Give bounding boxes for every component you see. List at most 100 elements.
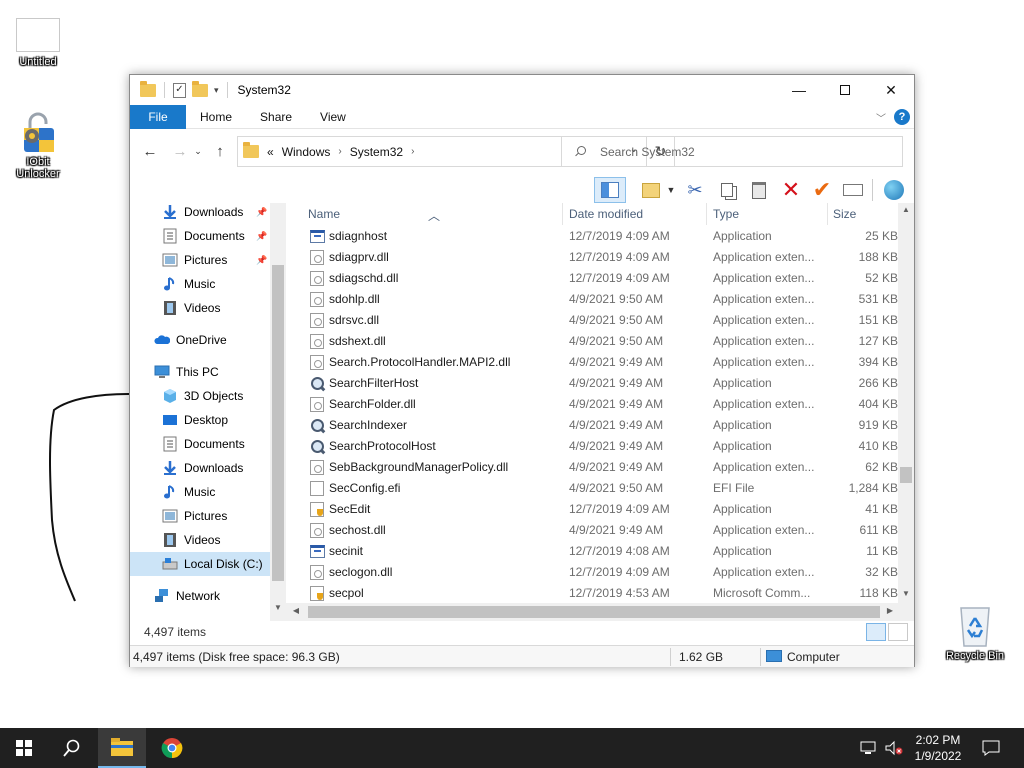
nav-item-downloads-pinned[interactable]: Downloads 📌: [130, 200, 270, 224]
new-folder-icon[interactable]: [192, 80, 208, 97]
breadcrumb-overflow[interactable]: «: [259, 145, 274, 159]
globe-icon[interactable]: [880, 177, 908, 203]
table-row[interactable]: Search.ProtocolHandler.MAPI2.dll 4/9/2021…: [286, 352, 898, 373]
breadcrumb-system32[interactable]: System32: [342, 145, 403, 159]
column-header-name[interactable]: Name: [308, 207, 340, 221]
chevron-right-icon[interactable]: ›: [403, 146, 414, 157]
table-row[interactable]: SebBackgroundManagerPolicy.dll 4/9/2021 9…: [286, 457, 898, 478]
column-divider[interactable]: [706, 203, 707, 225]
nav-item-documents[interactable]: Documents: [130, 432, 270, 456]
desktop-icon-untitled[interactable]: Untitled: [0, 18, 76, 68]
nav-item-this-pc[interactable]: This PC: [130, 360, 270, 384]
nav-item-pictures-pinned[interactable]: Pictures 📌: [130, 248, 270, 272]
copy-icon[interactable]: [714, 177, 740, 203]
table-row[interactable]: secpol 12/7/2019 4:53 AM Microsoft Comm...…: [286, 583, 898, 604]
tab-share[interactable]: Share: [246, 105, 306, 129]
nav-item-onedrive[interactable]: OneDrive: [130, 328, 270, 352]
cut-icon[interactable]: ✂: [682, 177, 708, 203]
pin-icon[interactable]: 📌: [256, 231, 267, 242]
close-button[interactable]: ✕: [868, 75, 914, 105]
desktop-icon-iobit-unlocker[interactable]: IObit Unlocker: [0, 110, 76, 180]
scroll-down-arrow-icon[interactable]: ▼: [270, 603, 286, 612]
help-icon[interactable]: ?: [894, 109, 910, 125]
customize-toolbar-icon[interactable]: ▾: [214, 85, 219, 96]
nav-item-downloads[interactable]: Downloads: [130, 456, 270, 480]
table-row[interactable]: SearchFolder.dll 4/9/2021 9:49 AM Applicat…: [286, 394, 898, 415]
paste-icon[interactable]: [746, 177, 772, 203]
table-row[interactable]: SecConfig.efi 4/9/2021 9:50 AM EFI File 1,2…: [286, 478, 898, 499]
details-view-button[interactable]: [866, 623, 886, 641]
search-box[interactable]: [561, 136, 903, 167]
column-divider[interactable]: [562, 203, 563, 225]
scrollbar-thumb[interactable]: [308, 606, 880, 618]
table-row[interactable]: SecEdit 12/7/2019 4:09 AM Application 41 KB: [286, 499, 898, 520]
search-input[interactable]: [600, 144, 880, 159]
nav-item-music[interactable]: Music: [130, 272, 270, 296]
table-row[interactable]: SearchProtocolHost 4/9/2021 9:49 AM Applic…: [286, 436, 898, 457]
volume-muted-icon[interactable]: [884, 728, 904, 768]
table-row[interactable]: sdohlp.dll 4/9/2021 9:50 AM Application ex…: [286, 289, 898, 310]
scroll-right-arrow-icon[interactable]: ▶: [882, 606, 898, 615]
taskbar-chrome[interactable]: [148, 728, 196, 768]
dropdown-arrow-icon[interactable]: ▼: [666, 177, 676, 203]
pin-icon[interactable]: 📌: [256, 255, 267, 266]
table-row[interactable]: sdiagnhost 12/7/2019 4:09 AM Application 25…: [286, 226, 898, 247]
nav-scrollbar[interactable]: ▼: [270, 203, 286, 621]
table-row[interactable]: SearchIndexer 4/9/2021 9:49 AM Application…: [286, 415, 898, 436]
breadcrumb-windows[interactable]: Windows: [274, 145, 331, 159]
column-header-size[interactable]: Size: [833, 207, 856, 221]
nav-item-videos-pc[interactable]: Videos: [130, 528, 270, 552]
scroll-up-arrow-icon[interactable]: ▲: [898, 205, 914, 214]
large-icons-view-button[interactable]: [888, 623, 908, 641]
table-row[interactable]: SearchFilterHost 4/9/2021 9:49 AM Applicat…: [286, 373, 898, 394]
column-divider[interactable]: [827, 203, 828, 225]
scroll-left-arrow-icon[interactable]: ◀: [288, 606, 304, 615]
nav-item-local-disk[interactable]: Local Disk (C:): [130, 552, 270, 576]
scrollbar-thumb[interactable]: [272, 265, 284, 581]
tab-home[interactable]: Home: [186, 105, 246, 129]
file-list-vertical-scrollbar[interactable]: ▲ ▼: [898, 203, 914, 603]
maximize-button[interactable]: [822, 75, 868, 105]
start-button[interactable]: [0, 728, 48, 768]
nav-item-pictures-pc[interactable]: Pictures: [130, 504, 270, 528]
column-header-date[interactable]: Date modified: [569, 207, 643, 221]
nav-item-videos[interactable]: Videos: [130, 296, 270, 320]
nav-item-music-pc[interactable]: Music: [130, 480, 270, 504]
taskbar-file-explorer[interactable]: [98, 728, 146, 768]
table-row[interactable]: sdiagprv.dll 12/7/2019 4:09 AM Application…: [286, 247, 898, 268]
desktop-icon-recycle-bin[interactable]: Recycle Bin: [937, 602, 1013, 662]
expand-ribbon-icon[interactable]: ﹀: [876, 110, 886, 125]
system-clock[interactable]: 2:02 PM 1/9/2022: [902, 732, 974, 764]
tab-file[interactable]: File: [130, 104, 186, 129]
search-button[interactable]: [48, 728, 96, 768]
properties-icon[interactable]: ✓: [173, 82, 186, 98]
chevron-right-icon[interactable]: ›: [330, 146, 341, 157]
nav-item-3d-objects[interactable]: 3D Objects: [130, 384, 270, 408]
checkmark-icon[interactable]: ✔: [808, 177, 836, 203]
recent-locations-icon[interactable]: ⌄: [192, 139, 204, 163]
scrollbar-thumb[interactable]: [900, 467, 912, 483]
pin-icon[interactable]: 📌: [256, 207, 267, 218]
forward-arrow-icon[interactable]: →: [168, 139, 192, 163]
nav-item-documents-pinned[interactable]: Documents 📌: [130, 224, 270, 248]
title-bar[interactable]: ✓ ▾ System32 — ✕: [130, 75, 914, 105]
scroll-down-arrow-icon[interactable]: ▼: [898, 589, 914, 598]
minimize-button[interactable]: —: [776, 75, 822, 105]
back-arrow-icon[interactable]: ←: [138, 139, 162, 163]
preview-pane-button[interactable]: [594, 177, 626, 203]
table-row[interactable]: sdiagschd.dll 12/7/2019 4:09 AM Applicatio…: [286, 268, 898, 289]
table-row[interactable]: seclogon.dll 12/7/2019 4:09 AM Application…: [286, 562, 898, 583]
new-note-icon[interactable]: [636, 177, 666, 203]
table-row[interactable]: sechost.dll 4/9/2021 9:49 AM Application e…: [286, 520, 898, 541]
nav-item-desktop[interactable]: Desktop: [130, 408, 270, 432]
table-row[interactable]: sdshext.dll 4/9/2021 9:50 AM Application e…: [286, 331, 898, 352]
file-list-horizontal-scrollbar[interactable]: ◀ ▶: [286, 603, 914, 621]
tab-view[interactable]: View: [306, 105, 360, 129]
table-row[interactable]: sdrsvc.dll 4/9/2021 9:50 AM Application ex…: [286, 310, 898, 331]
up-arrow-icon[interactable]: ↑: [208, 139, 232, 163]
delete-icon[interactable]: ✕: [778, 177, 804, 203]
rename-icon[interactable]: [840, 177, 866, 203]
nav-item-network[interactable]: Network: [130, 584, 270, 608]
network-status-icon[interactable]: [860, 728, 880, 768]
table-row[interactable]: secinit 12/7/2019 4:08 AM Application 11 KB: [286, 541, 898, 562]
